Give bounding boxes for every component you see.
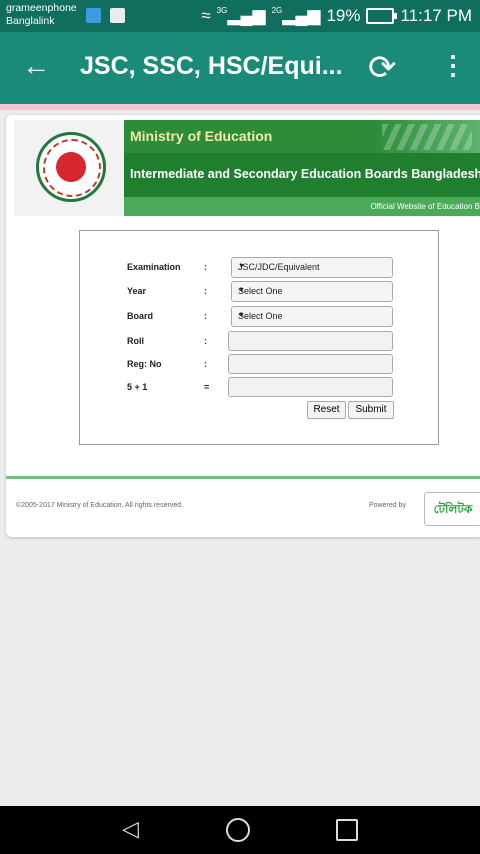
banner-bottom: Official Website of Education B — [124, 197, 480, 216]
reset-button[interactable]: Reset — [307, 401, 346, 419]
dropdown-arrow-icon: ▼ — [238, 263, 245, 270]
logo-area — [14, 120, 124, 216]
battery-icon — [366, 8, 398, 24]
row-captcha: 5 + 1 = — [80, 376, 438, 398]
submit-button[interactable]: Submit — [348, 401, 394, 419]
signal-1: 3G▂▄▆ — [216, 6, 266, 25]
captcha-input[interactable] — [228, 377, 393, 397]
status-right: ≈ 3G▂▄▆ 2G▂▄▆ 19% 11:17 PM — [201, 6, 472, 26]
footer-divider — [6, 476, 480, 479]
row-board: Board : Select One ▼ — [80, 305, 438, 327]
navigation-bar: ◁ — [0, 806, 480, 854]
roll-input[interactable] — [228, 331, 393, 351]
board-label: Board — [127, 311, 154, 321]
captcha-label: 5 + 1 — [127, 382, 148, 392]
app-bar: ← JSC, SSC, HSC/Equi... ⟳ ⋮ — [0, 32, 480, 104]
arrow-left-icon[interactable]: ← — [22, 50, 50, 82]
banner-mid: Intermediate and Secondary Education Boa… — [124, 153, 480, 197]
roll-label: Roll — [127, 336, 144, 346]
carrier-info: grameenphone Banglalink — [6, 2, 77, 28]
powered-by-text: Powered by — [369, 502, 406, 509]
year-select[interactable]: Select One ▼ — [231, 281, 393, 302]
carrier-2: Banglalink — [6, 15, 55, 27]
reg-input[interactable] — [228, 354, 393, 374]
examination-select[interactable]: JSC/JDC/Equivalent ▼ — [231, 257, 393, 278]
government-seal-logo — [36, 132, 106, 202]
progress-divider — [0, 104, 480, 110]
signal-2: 2G▂▄▆ — [271, 6, 321, 25]
row-reg: Reg: No : — [80, 353, 438, 375]
dropdown-arrow-icon: ▼ — [238, 312, 245, 319]
row-examination: Examination : JSC/JDC/Equivalent ▼ — [80, 256, 438, 278]
row-year: Year : Select One ▼ — [80, 280, 438, 302]
result-form: Examination : JSC/JDC/Equivalent ▼ Year … — [79, 230, 439, 445]
wifi-icon: ≈ — [201, 6, 211, 25]
more-vertical-icon[interactable]: ⋮ — [440, 50, 466, 81]
battery-percent: 19% — [326, 6, 361, 25]
reg-label: Reg: No — [127, 359, 162, 369]
teletalk-logo[interactable]: টেলিটক — [424, 492, 480, 526]
nav-home-icon[interactable] — [226, 818, 250, 842]
refresh-icon[interactable]: ⟳ — [368, 48, 397, 88]
carrier-1: grameenphone — [6, 2, 77, 14]
dropdown-arrow-icon: ▼ — [238, 287, 245, 294]
nav-back-icon[interactable]: ◁ — [122, 816, 139, 842]
page-title: JSC, SSC, HSC/Equi... — [80, 52, 343, 80]
notification-icon — [86, 8, 101, 23]
boards-title: Intermediate and Secondary Education Boa… — [130, 167, 480, 181]
examination-label: Examination — [127, 262, 181, 272]
site-banner: Ministry of Education Intermediate and S… — [14, 120, 480, 216]
ministry-title: Ministry of Education — [130, 128, 273, 144]
board-select[interactable]: Select One ▼ — [231, 306, 393, 327]
clock: 11:17 PM — [400, 6, 472, 25]
copyright-text: ©2005-2017 Ministry of Education, All ri… — [16, 502, 184, 509]
year-label: Year — [127, 286, 147, 296]
image-notification-icon — [110, 8, 125, 23]
site-tagline: Official Website of Education B — [370, 202, 480, 211]
row-roll: Roll : — [80, 330, 438, 352]
status-bar: grameenphone Banglalink ≈ 3G▂▄▆ 2G▂▄▆ 19… — [0, 0, 480, 32]
web-page: Ministry of Education Intermediate and S… — [6, 115, 480, 537]
banner-top: Ministry of Education — [124, 120, 480, 153]
nav-recent-apps-icon[interactable] — [336, 819, 358, 841]
